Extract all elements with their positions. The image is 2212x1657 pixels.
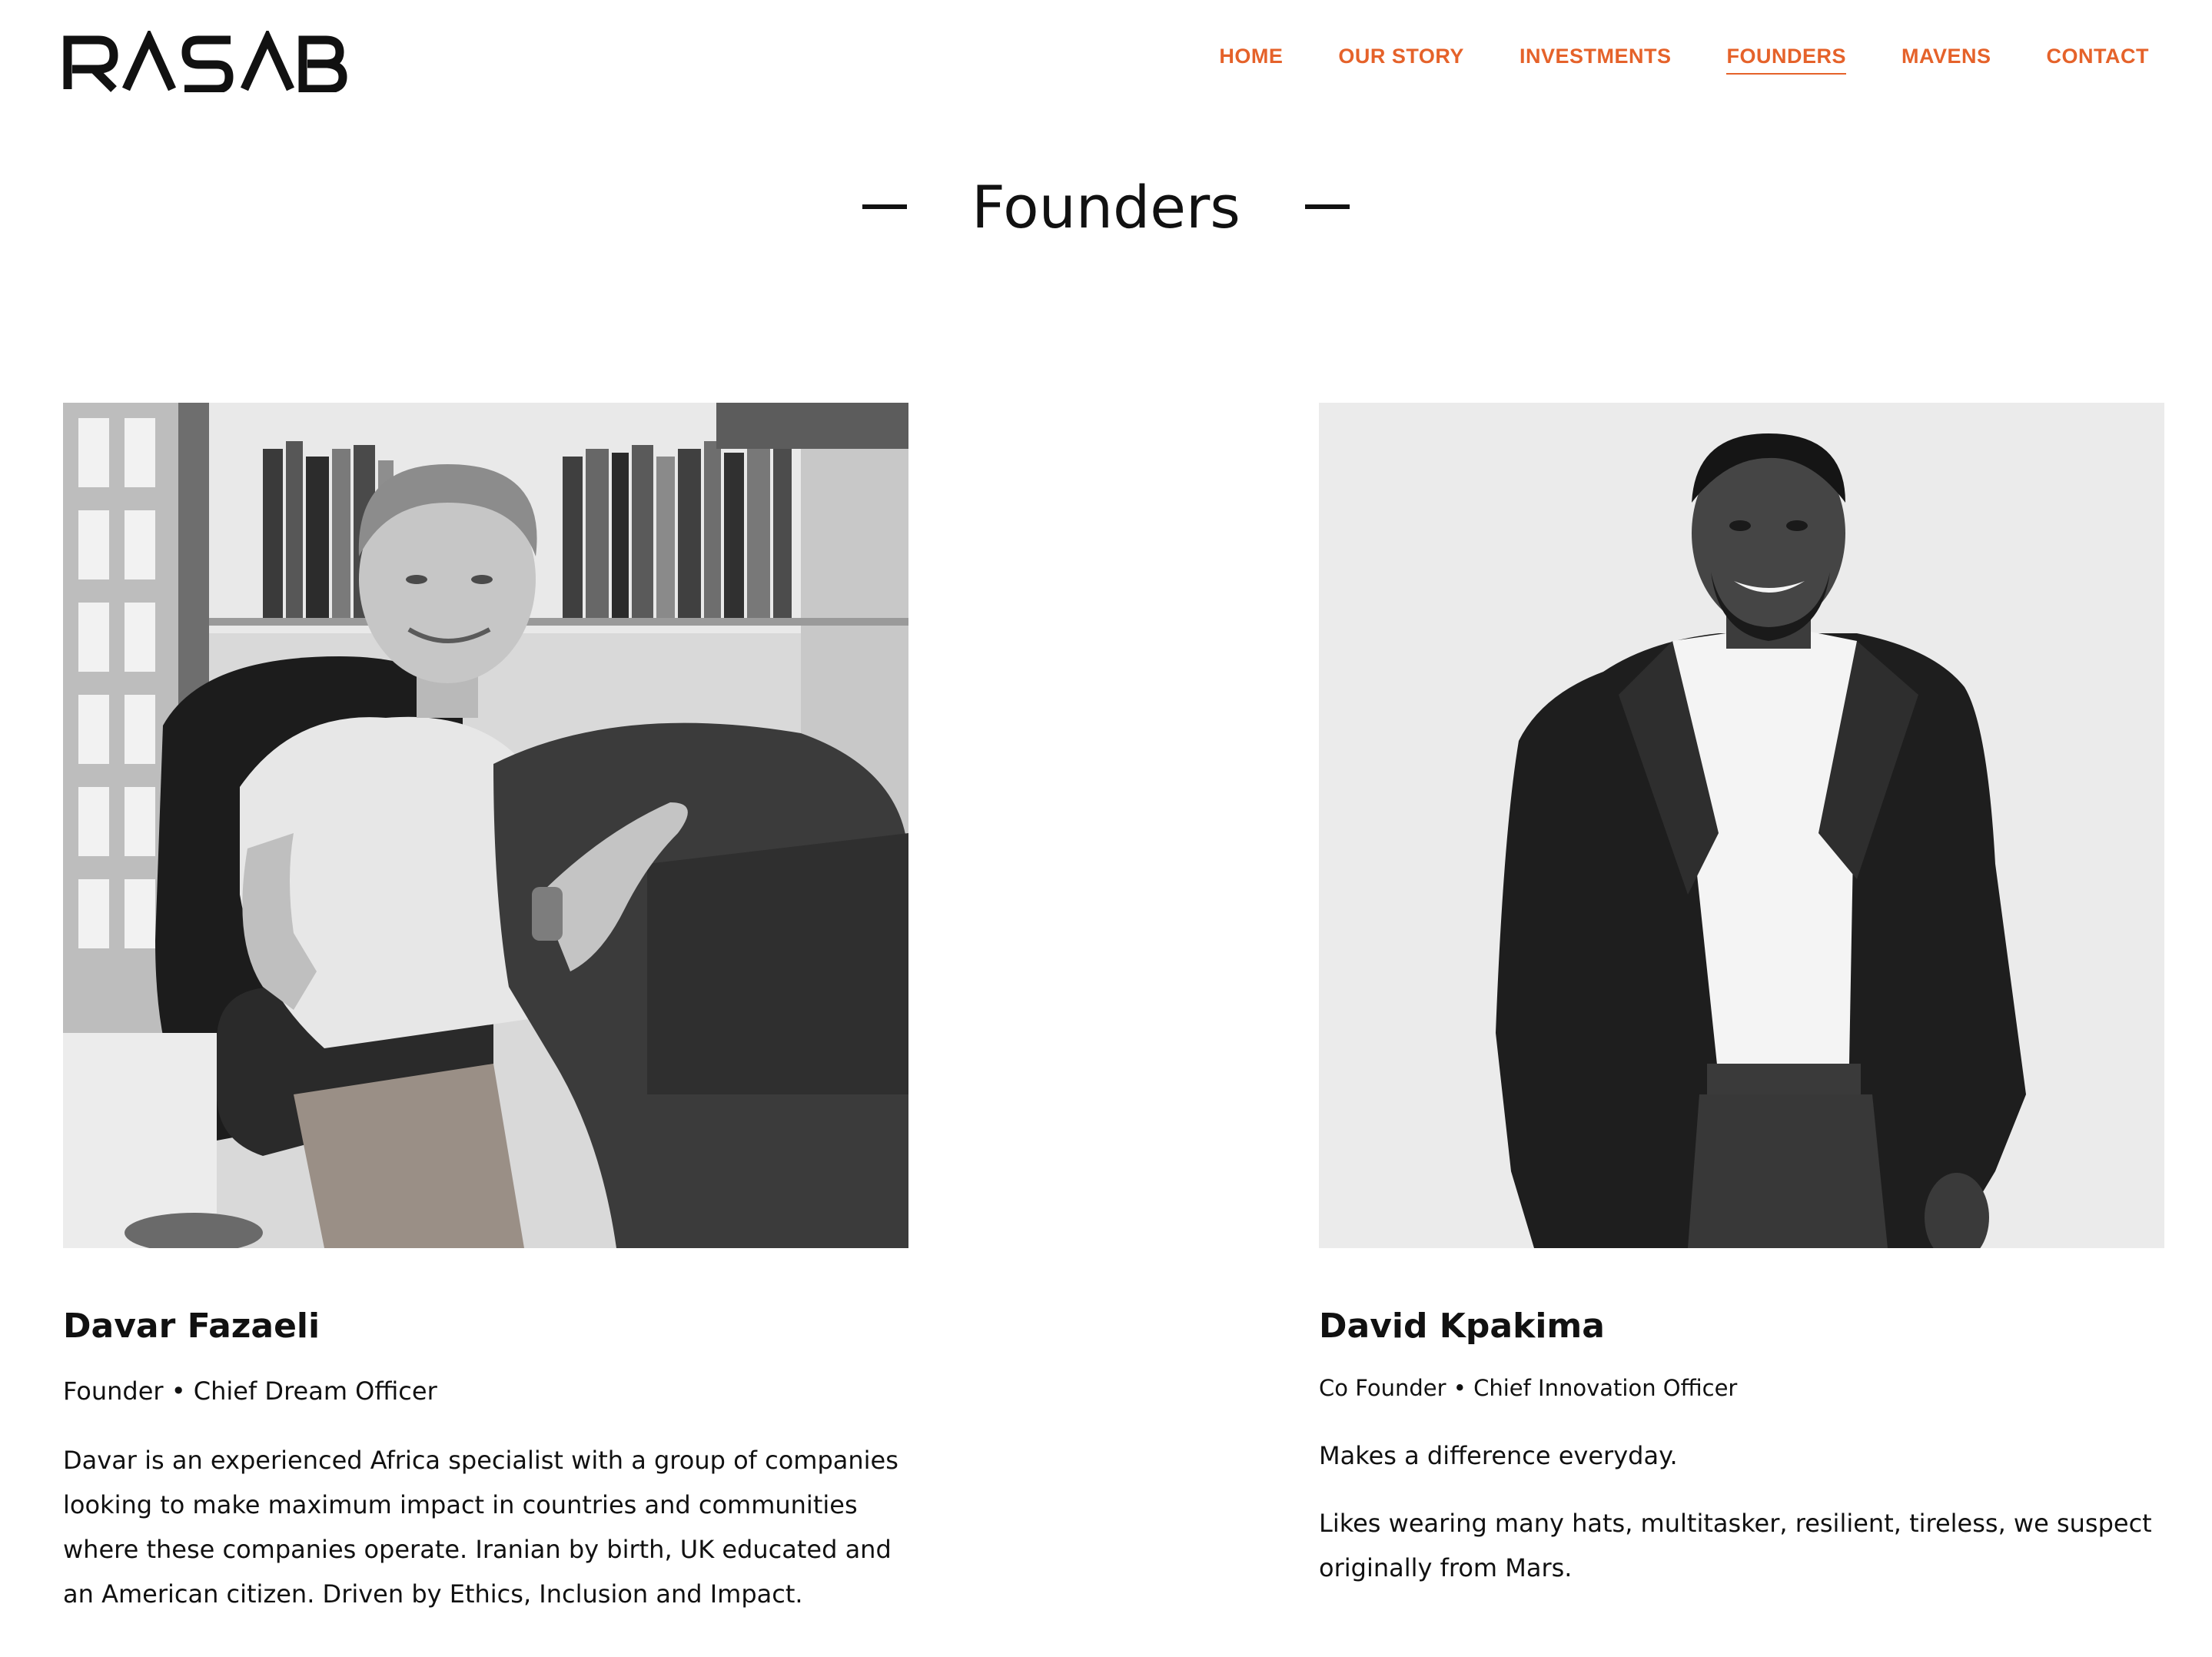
rasab-logo <box>63 31 347 92</box>
founder-card-davar: Davar Fazaeli Founder • Chief Dream Offi… <box>63 403 908 1616</box>
nav-investments[interactable]: INVESTMENTS <box>1520 45 1672 75</box>
founder-name: David Kpakima <box>1319 1307 1605 1346</box>
founder-photo <box>1319 403 2164 1248</box>
nav-contact[interactable]: CONTACT <box>2047 45 2149 75</box>
page-title: Founders <box>971 172 1241 241</box>
founder-name: Davar Fazaeli <box>63 1307 321 1346</box>
section-heading: Founders <box>0 164 2212 249</box>
founder-bio-line: Likes wearing many hats, multitasker, re… <box>1319 1509 2152 1582</box>
founder-role: Co Founder • Chief Innovation Officer <box>1319 1375 1738 1401</box>
nav-home[interactable]: HOME <box>1219 45 1283 75</box>
nav-mavens[interactable]: MAVENS <box>1901 45 1991 75</box>
title-dash-left <box>862 204 908 209</box>
founder-bio-line: Makes a difference everyday. <box>1319 1441 1678 1470</box>
site-header: HOME OUR STORY INVESTMENTS FOUNDERS MAVE… <box>0 0 2212 123</box>
title-dash-right <box>1304 204 1350 209</box>
main-nav: HOME OUR STORY INVESTMENTS FOUNDERS MAVE… <box>1219 45 2149 75</box>
founder-card-david: David Kpakima Co Founder • Chief Innovat… <box>1319 403 2164 1590</box>
founder-bio: Davar is an experienced Africa specialis… <box>63 1446 898 1609</box>
nav-founders[interactable]: FOUNDERS <box>1726 45 1846 75</box>
founder-role: Founder • Chief Dream Officer <box>63 1376 437 1406</box>
nav-our-story[interactable]: OUR STORY <box>1338 45 1464 75</box>
founder-photo <box>63 403 908 1248</box>
